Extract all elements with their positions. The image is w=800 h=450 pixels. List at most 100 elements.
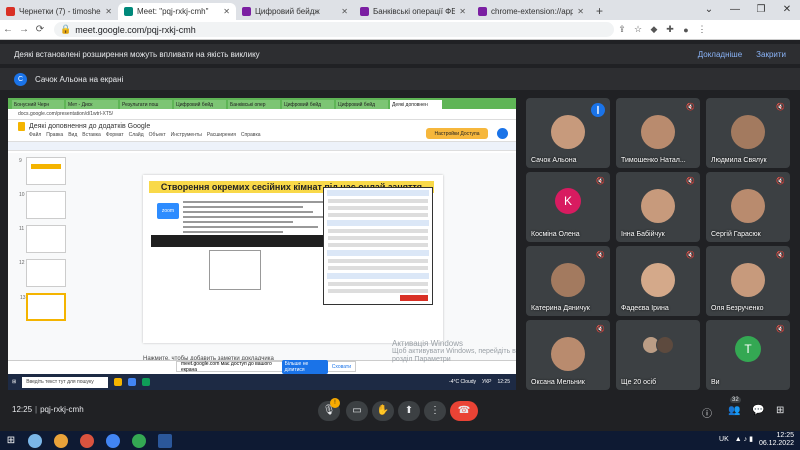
mic-muted-icon: 🔇 — [686, 178, 695, 185]
participant-tile[interactable]: ❙ Сачок Альона — [526, 98, 610, 168]
learn-more-link[interactable]: Докладніше — [698, 50, 742, 59]
browser-tab[interactable]: Meet: "pqj-rxkj-cmh" ✕ — [118, 3, 236, 20]
camera-off-icon: ▭ — [352, 405, 362, 416]
tray-lang[interactable]: UK — [719, 436, 729, 444]
forward-icon[interactable]: → — [16, 24, 32, 35]
tab-close-icon[interactable]: ✕ — [577, 7, 584, 16]
meeting-code: pqj-rxkj-cmh — [40, 405, 84, 414]
participant-tile[interactable]: 🔇 Оксана Мельник — [526, 320, 610, 390]
tab-label: Чернетки (7) - timoshenko.natal — [19, 7, 101, 16]
mic-muted-icon: 🔇 — [686, 252, 695, 259]
lock-icon: 🔒 — [60, 24, 72, 34]
more-avatar-2 — [656, 336, 674, 354]
info-icon[interactable]: ⓘ — [702, 405, 712, 420]
menu-kebab-icon[interactable]: ⋮ — [694, 24, 710, 35]
tab-label: Банківські операції ФБС-13 — [373, 7, 456, 16]
participant-name: Фадеєва Ірина — [621, 305, 669, 312]
participant-avatar: K — [555, 188, 581, 215]
slide-thumbnails: 9 10 11 12 13 — [18, 153, 66, 378]
participant-avatar: T — [735, 336, 761, 363]
windows-start-icon[interactable]: ⊞ — [0, 435, 22, 446]
participant-video — [731, 188, 765, 223]
taskbar-word-icon[interactable] — [158, 433, 172, 448]
participant-tile[interactable]: 🔇 Інна Бабійчук — [616, 172, 700, 242]
participant-tile[interactable]: 🔇 Фадеєва Ірина — [616, 246, 700, 316]
browser-tab[interactable]: chrome-extension://appcnhiefcic✕ — [472, 3, 590, 20]
browser-tab[interactable]: Цифровий бейдж ✕ — [236, 3, 354, 20]
maximize-icon[interactable]: ❐ — [748, 0, 774, 20]
tab-label: Цифровий бейдж — [255, 7, 320, 16]
mic-muted-icon: 🔇 — [776, 104, 785, 111]
stop-sharing-button: Більше не ділитися — [281, 359, 328, 374]
thumb-number: 13 — [20, 295, 26, 301]
taskbar-chrome-2-icon[interactable] — [132, 433, 146, 448]
share-icon[interactable]: ⇪ — [614, 24, 630, 35]
participant-tile[interactable]: 🔇 Тимошенко Натал... — [616, 98, 700, 168]
people-count: 32 — [730, 397, 741, 403]
tab-close-icon[interactable]: ✕ — [459, 7, 466, 16]
mic-muted-icon: 🔇 — [596, 178, 605, 185]
participant-tile[interactable]: 🔇 Оля Безрученко — [706, 246, 790, 316]
slide-thumbnail: 9 — [19, 157, 66, 185]
taskbar-app-3-icon[interactable] — [80, 433, 94, 448]
tab-close-icon[interactable]: ✕ — [223, 7, 230, 16]
more-options-button[interactable]: ⋮ — [424, 401, 446, 421]
tab-label: Meet: "pqj-rxkj-cmh" — [137, 7, 209, 16]
taskbar-app-2-icon[interactable] — [54, 433, 68, 448]
participant-tile[interactable]: 🔇 Сергій Гарасюк — [706, 172, 790, 242]
taskbar-chrome-icon[interactable] — [106, 433, 120, 448]
tab-close-icon[interactable]: ✕ — [341, 7, 348, 16]
slide-thumbnail: 12 — [19, 259, 66, 287]
leave-call-button[interactable]: ☎ — [450, 401, 478, 421]
close-banner-link[interactable]: Закрити — [756, 50, 786, 59]
participant-tile[interactable]: 🔇 Людмила Свялук — [706, 98, 790, 168]
camera-button[interactable]: ▭ — [346, 401, 368, 421]
chat-icon[interactable]: 💬 — [752, 405, 764, 416]
tray-icons: ▲ ♪ ▮ — [734, 436, 753, 443]
omnibox[interactable]: 🔒 meet.google.com/pqj-rxkj-cmh — [54, 22, 614, 37]
tab-favicon-icon — [360, 7, 369, 16]
browser-tab[interactable]: Чернетки (7) - timoshenko.natal ✕ — [0, 3, 118, 20]
mic-muted-icon: 🔇 — [596, 326, 605, 333]
shared-weather: -4°C Cloudy — [449, 379, 477, 385]
omnibox-url: meet.google.com/pqj-rxkj-cmh — [75, 24, 196, 35]
shared-menu-item: Слайд — [128, 132, 144, 138]
participant-name: Людмила Свялук — [711, 157, 767, 164]
shared-menu-item: Расширения — [206, 132, 236, 138]
shared-chrome-icon — [128, 378, 137, 386]
shared-time: 12:25 — [497, 379, 510, 385]
warning-text: Деякі встановлені розширення можуть впли… — [14, 49, 260, 59]
presenter-banner: С Сачок Альона на екрані — [0, 68, 800, 90]
new-tab-icon[interactable]: + — [590, 3, 609, 20]
shared-menu-item: Вставка — [82, 132, 101, 138]
participant-video — [551, 336, 585, 371]
system-tray: UK ▲ ♪ ▮ 12:25 06.12.2022 — [719, 432, 794, 448]
mic-button[interactable]: 🎙 ! — [318, 398, 340, 421]
tab-favicon-icon — [242, 7, 251, 16]
browser-tab[interactable]: Банківські операції ФБС-13✕ — [354, 3, 472, 20]
tab-close-icon[interactable]: ✕ — [105, 7, 112, 16]
raise-hand-button[interactable]: ✋ — [372, 401, 394, 421]
browser-tab-bar: Чернетки (7) - timoshenko.natal✕Meet: "p… — [0, 0, 800, 20]
minimize-icon[interactable]: — — [722, 0, 748, 20]
close-window-icon[interactable]: ✕ — [774, 0, 800, 20]
participant-tile[interactable]: K 🔇 Косміна Олена — [526, 172, 610, 242]
reload-icon[interactable]: ⟳ — [32, 24, 48, 35]
back-icon[interactable]: ← — [0, 24, 16, 35]
address-bar-row: ← → ⟳ 🔒 meet.google.com/pqj-rxkj-cmh ⇪ ☆… — [0, 20, 800, 40]
mic-muted-icon: 🔇 — [776, 252, 785, 259]
participant-tile[interactable]: 🔇 Катерина Дяничук — [526, 246, 610, 316]
participant-tile[interactable]: Ще 20 осіб — [616, 320, 700, 390]
present-button[interactable]: ⬆ — [398, 401, 420, 421]
sharing-notice-bar: meet.google.com має доступ до вашого екр… — [176, 359, 356, 374]
activities-icon[interactable]: ⊞ — [776, 405, 784, 416]
tab-search-icon[interactable]: ⌄ — [696, 0, 722, 20]
participant-tile[interactable]: T 🔇 Ви — [706, 320, 790, 390]
people-icon[interactable]: 👥 32 — [728, 397, 741, 416]
taskbar-app-1-icon[interactable] — [28, 433, 42, 448]
profile-icon[interactable]: ● — [678, 25, 694, 35]
puzzle-icon[interactable]: ✚ — [662, 24, 678, 35]
thumb-number: 11 — [19, 226, 25, 232]
extension-icon[interactable]: ◆ — [646, 24, 662, 35]
bookmark-star-icon[interactable]: ☆ — [630, 24, 646, 35]
